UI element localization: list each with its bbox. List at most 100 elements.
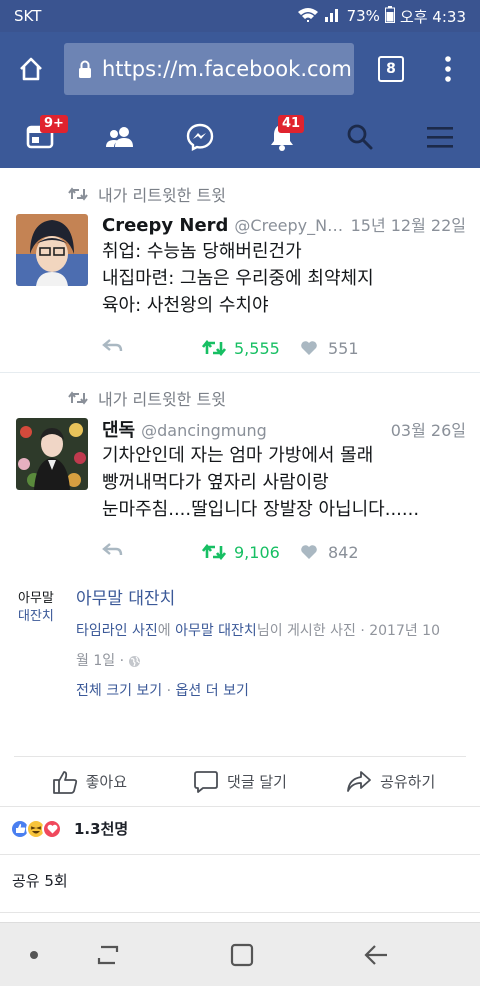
share-count[interactable]: 공유 5회 xyxy=(12,870,68,891)
retweet-label: 내가 리트윗한 트윗 xyxy=(98,390,226,409)
facebook-nav: 9+ 41 xyxy=(0,106,480,168)
system-nav-bar xyxy=(0,922,480,986)
retweet-count: 9,106 xyxy=(234,542,280,562)
like-post-button[interactable]: 좋아요 xyxy=(14,770,165,794)
author-name[interactable]: Creepy Nerd xyxy=(102,215,228,236)
more-vert-icon xyxy=(445,56,451,82)
tweet-actions: 9,106 842 xyxy=(102,542,359,562)
retweet-icon xyxy=(68,391,88,405)
lock-icon xyxy=(79,60,91,78)
like-button[interactable]: 842 xyxy=(300,543,359,562)
tweet-header: Creepy Nerd @Creepy_N… 15년 12월 22일 xyxy=(102,212,466,236)
page-name-link[interactable]: 아무말 대잔치 xyxy=(76,584,175,609)
avatar[interactable] xyxy=(16,214,88,286)
retweet-button[interactable]: 9,106 xyxy=(202,543,300,562)
search-tab[interactable] xyxy=(330,106,390,168)
author-name[interactable]: 댄독 xyxy=(102,416,135,442)
heart-icon xyxy=(301,341,317,355)
more-menu-tab[interactable] xyxy=(410,106,470,168)
avatar[interactable] xyxy=(16,418,88,490)
notifications-tab[interactable]: 41 xyxy=(252,106,312,168)
carrier-label: SKT xyxy=(14,7,42,25)
thumbs-up-icon xyxy=(52,770,77,794)
retweet-count: 5,555 xyxy=(234,338,280,358)
browser-toolbar: https://m.facebook.com 8 xyxy=(0,32,480,106)
clock: 오후 4:33 xyxy=(399,7,466,26)
tweet-line: 내집마련: 그놈은 우리중에 최약체지 xyxy=(102,268,374,289)
tweet-actions: 5,555 551 xyxy=(102,338,359,358)
author-handle[interactable]: @Creepy_N… xyxy=(234,216,343,235)
tab-switcher-button[interactable]: 8 xyxy=(378,56,404,82)
dot-icon xyxy=(30,951,38,959)
retweet-button[interactable]: 5,555 xyxy=(202,339,300,358)
globe-icon xyxy=(129,655,141,667)
messenger-icon xyxy=(186,123,214,151)
reaction-count: 1.3천명 xyxy=(74,820,129,838)
share-icon xyxy=(347,770,371,792)
post-date[interactable]: 월 1일 · xyxy=(76,646,124,676)
reactions-summary[interactable]: 1.3천명 xyxy=(10,818,128,839)
home-nav-button[interactable] xyxy=(212,923,272,987)
battery-percent: 73% xyxy=(346,7,380,25)
tweet-card: 내가 리트윗한 트윗 댄독 @dancingmung 03월 26일 기차안인데… xyxy=(0,372,480,576)
page-link[interactable]: 아무말 대잔치 xyxy=(175,623,257,639)
hamburger-menu-icon xyxy=(427,127,453,148)
retweet-icon xyxy=(202,544,226,560)
tweet-line: 빵꺼내먹다가 옆자리 사람이랑 xyxy=(102,472,329,493)
nav-dot-button[interactable] xyxy=(4,923,64,987)
share-button[interactable]: 공유하기 xyxy=(315,770,466,794)
home-button[interactable] xyxy=(0,32,62,106)
love-reaction-icon xyxy=(42,818,62,839)
home-icon xyxy=(20,57,42,81)
tweet-text: 취업: 수능놈 당해버린건가 내집마련: 그놈은 우리중에 최약체지 육아: 사… xyxy=(102,238,470,319)
tweet-line: 기차안인데 자는 엄마 가방에서 몰래 xyxy=(102,445,374,466)
tweet-text: 기차안인데 자는 엄마 가방에서 몰래 빵꺼내먹다가 옆자리 사람이랑 눈마주침… xyxy=(102,442,470,523)
photo-description: 타임라인 사진에 아무말 대잔치님이 게시한 사진 · 2017년 10 월 1… xyxy=(76,623,440,699)
tweet-date[interactable]: 03월 26일 xyxy=(391,417,466,441)
tweet-date[interactable]: 15년 12월 22일 xyxy=(351,212,466,236)
tweet-header: 댄독 @dancingmung 03월 26일 xyxy=(102,416,466,442)
square-home-icon xyxy=(230,943,254,967)
news-feed-tab[interactable]: 9+ xyxy=(10,106,70,168)
author-handle[interactable]: @dancingmung xyxy=(141,421,267,440)
like-count: 842 xyxy=(328,542,359,562)
reply-icon xyxy=(102,543,123,556)
comment-icon xyxy=(194,770,218,793)
status-bar: SKT 73% 오후 4:33 xyxy=(0,0,480,32)
friends-icon xyxy=(106,127,133,147)
like-count: 551 xyxy=(328,338,359,358)
comment-button[interactable]: 댓글 달기 xyxy=(165,770,316,794)
tweet-line: 취업: 수능놈 당해버린건가 xyxy=(102,241,302,262)
timeline-photos-link[interactable]: 타임라인 사진 xyxy=(76,623,158,639)
back-arrow-icon xyxy=(364,945,387,965)
divider xyxy=(0,912,480,913)
tweet-card: 내가 리트윗한 트윗 Creepy Nerd @Creepy_N… 15년 12… xyxy=(0,168,480,372)
view-full-size-link[interactable]: 전체 크기 보기 xyxy=(76,683,162,699)
more-options-link[interactable]: 옵션 더 보기 xyxy=(176,683,249,699)
post-action-bar: 좋아요 댓글 달기 공유하기 xyxy=(14,756,466,806)
tweet-line: 눈마주침....딸입니다 장발장 아닙니다...... xyxy=(102,499,420,520)
recents-button[interactable] xyxy=(78,923,138,987)
url-field[interactable]: https://m.facebook.com xyxy=(64,43,354,95)
tweet-line: 육아: 사천왕의 수치야 xyxy=(102,295,269,316)
reply-button[interactable] xyxy=(102,338,202,358)
overflow-menu-button[interactable] xyxy=(438,54,458,84)
back-button[interactable] xyxy=(346,923,406,987)
wifi-icon xyxy=(297,6,319,26)
search-icon xyxy=(347,124,373,150)
heart-icon xyxy=(301,545,317,559)
signal-icon xyxy=(324,6,342,26)
reply-button[interactable] xyxy=(102,542,202,562)
divider xyxy=(0,854,480,855)
retweet-indicator: 내가 리트윗한 트윗 xyxy=(68,386,226,410)
home-badge: 9+ xyxy=(40,115,68,133)
comment-label: 댓글 달기 xyxy=(227,773,287,791)
page-thumbnail-label[interactable]: 아무말 대잔치 xyxy=(18,590,54,626)
retweet-icon xyxy=(202,340,226,356)
url-text: https://m.facebook.com xyxy=(102,57,352,81)
like-label: 좋아요 xyxy=(85,773,128,791)
friends-tab[interactable] xyxy=(90,106,150,168)
like-button[interactable]: 551 xyxy=(300,339,359,358)
retweet-label: 내가 리트윗한 트윗 xyxy=(98,186,226,205)
messenger-tab[interactable] xyxy=(170,106,230,168)
